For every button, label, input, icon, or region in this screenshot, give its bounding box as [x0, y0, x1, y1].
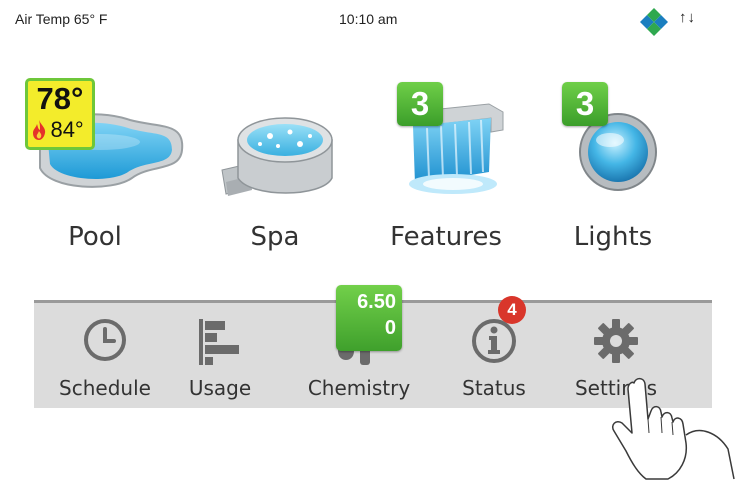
- nav-schedule[interactable]: Schedule: [50, 303, 160, 408]
- pool-control-screen: Air Temp 65° F 10:10 am ↑↓ 78° 84° Pool …: [0, 0, 736, 481]
- clock-icon: [84, 319, 126, 361]
- status-alert-count-badge: 4: [498, 296, 526, 324]
- pool-actual-temperature: 84°: [50, 117, 84, 142]
- spa-tile[interactable]: Spa: [200, 60, 350, 260]
- nav-settings-label: Settings: [574, 376, 658, 400]
- nav-usage-label: Usage: [188, 376, 252, 400]
- spa-label: Spa: [250, 222, 300, 252]
- pool-actual-temperature-row: 84°: [32, 117, 84, 147]
- bar-chart-icon: [199, 319, 239, 365]
- pool-label: Pool: [68, 222, 122, 252]
- lights-label: Lights: [573, 222, 653, 252]
- pool-set-temperature: 78°: [36, 81, 84, 116]
- clock-time: 10:10 am: [339, 11, 398, 27]
- nav-status[interactable]: Status: [439, 303, 549, 408]
- connection-arrows-icon: ↑↓: [679, 9, 696, 26]
- pool-light-icon: [579, 113, 657, 191]
- nav-settings[interactable]: Settings: [561, 303, 671, 408]
- heater-flame-icon: [33, 120, 46, 140]
- chemistry-ph-value: 6.50: [357, 291, 396, 313]
- info-icon: [472, 319, 516, 363]
- brand-logo-icon: [640, 8, 668, 36]
- nav-schedule-label: Schedule: [59, 376, 151, 400]
- chemistry-orp-value: 0: [384, 317, 396, 339]
- waterfall-icon: [409, 103, 504, 194]
- lights-tile[interactable]: 3 Lights: [538, 60, 688, 260]
- air-temperature: Air Temp 65° F: [15, 11, 108, 27]
- spa-icon: [221, 117, 333, 196]
- features-label: Features: [390, 222, 502, 252]
- nav-usage[interactable]: Usage: [165, 303, 275, 408]
- pool-tile[interactable]: 78° 84° Pool: [20, 60, 184, 260]
- nav-status-label: Status: [462, 376, 526, 400]
- features-tile[interactable]: 3 Features: [371, 60, 521, 260]
- pool-temperature-badge: 78° 84°: [25, 78, 95, 150]
- gear-icon: [594, 319, 638, 363]
- lights-count-badge: 3: [562, 82, 608, 126]
- features-count-badge: 3: [397, 82, 443, 126]
- nav-chemistry-label: Chemistry: [307, 376, 411, 400]
- chemistry-readings-badge: 6.50 0: [336, 285, 402, 351]
